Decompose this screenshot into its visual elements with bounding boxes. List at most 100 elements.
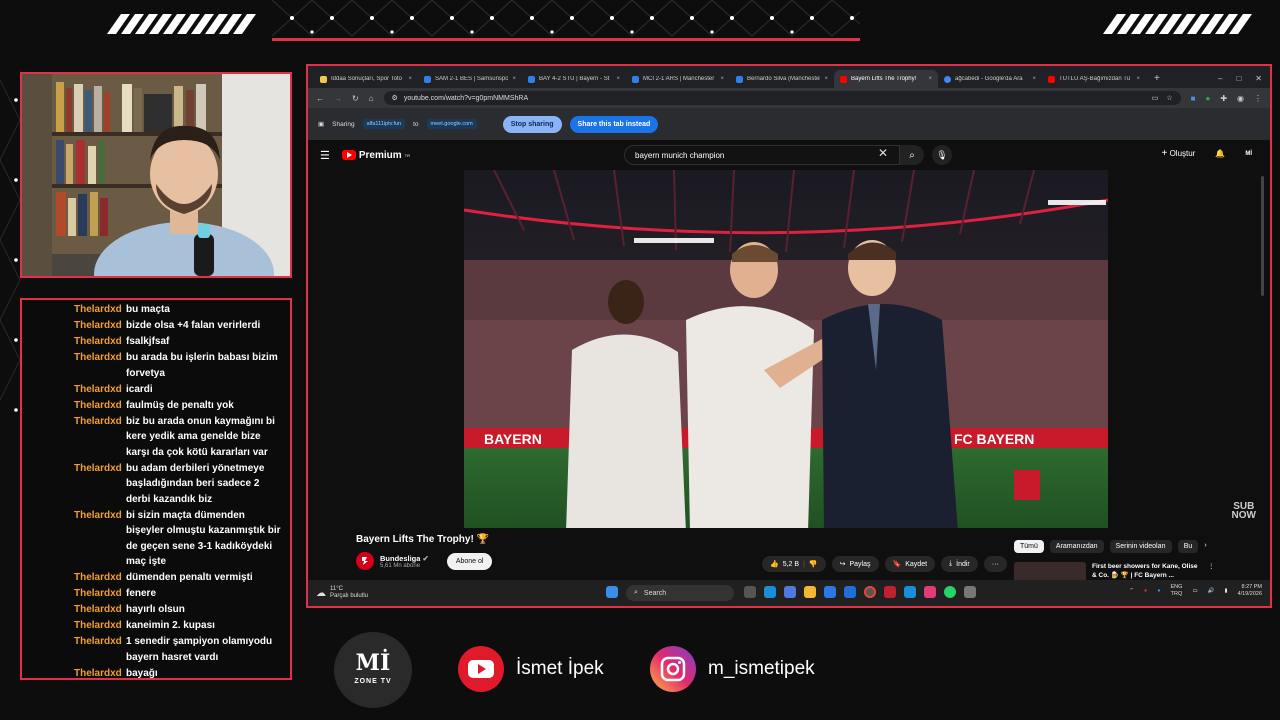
profile-icon[interactable]: ◉ (1237, 94, 1244, 103)
close-window-icon[interactable]: ✕ (1255, 74, 1262, 83)
reload-icon[interactable]: ↻ (352, 94, 359, 103)
more-actions-button[interactable]: ··· (983, 556, 1007, 572)
create-button[interactable]: + Oluştur (1161, 148, 1195, 159)
edge-icon[interactable] (764, 586, 776, 598)
chip-series[interactable]: Serinin videoları (1109, 540, 1172, 553)
whatsapp-icon[interactable] (944, 586, 956, 598)
chevron-up-icon[interactable]: ⌃ (1129, 588, 1134, 595)
task-view-icon[interactable] (744, 586, 756, 598)
page-scrollbar[interactable] (1261, 176, 1264, 296)
app-icon[interactable] (904, 586, 916, 598)
close-tab-icon[interactable]: × (408, 76, 412, 82)
language-code[interactable]: ENG (1171, 584, 1183, 591)
chip-from-search[interactable]: Aramanızdan (1049, 540, 1104, 553)
browser-tab[interactable]: MCI 2-1 ARS | Manchester × (626, 70, 730, 88)
windows-start-icon[interactable] (606, 586, 618, 598)
close-tab-icon[interactable]: × (928, 76, 932, 82)
site-info-icon[interactable]: ⚙ (392, 94, 398, 102)
tray-app-icon[interactable]: ● (1144, 588, 1147, 595)
hamburger-menu-icon[interactable]: ☰ (320, 149, 330, 162)
maximize-icon[interactable]: □ (1236, 74, 1241, 83)
close-tab-icon[interactable]: × (720, 76, 724, 82)
save-button[interactable]: 🔖 Kaydet (884, 556, 936, 572)
new-tab-icon[interactable]: + (1146, 73, 1168, 88)
monitor-icon[interactable]: ▭ (1192, 588, 1197, 595)
bookmark-star-icon[interactable]: ☆ (1166, 94, 1172, 102)
subscribe-button[interactable]: Abone ol (446, 552, 493, 570)
favicon-icon (320, 75, 327, 83)
close-tab-icon[interactable]: × (1032, 76, 1036, 82)
cast-icon[interactable]: ▭ (1152, 94, 1159, 102)
more-options-icon[interactable]: ⋮ (1208, 562, 1215, 582)
keyboard-layout[interactable]: TRQ (1171, 591, 1183, 598)
weather-widget[interactable]: ☁ 11°C Parçalı bulutlu (316, 586, 368, 600)
youtube-search-input[interactable]: bayern munich champion (624, 145, 900, 165)
close-tab-icon[interactable]: × (1136, 76, 1140, 82)
chat-text: bu maçta (126, 304, 170, 315)
browser-tab[interactable]: BAY 4-2 STU | Bayern - St × (522, 70, 626, 88)
store-icon[interactable] (824, 586, 836, 598)
chat-message: Thelardxd biz bu arada onun kaymağını bi … (74, 414, 284, 461)
browser-tab[interactable]: İddaa Sonuçları, Spor Toto × (314, 70, 418, 88)
webcam-image (22, 74, 290, 276)
clear-search-icon[interactable]: ✕ (878, 146, 888, 160)
clock-date[interactable]: 4/19/2026 (1238, 591, 1262, 598)
video-player[interactable]: BAYERN FC BAYERN (464, 170, 1108, 532)
tab-title: MCI 2-1 ARS | Manchester (643, 76, 715, 82)
share-this-tab-button[interactable]: Share this tab instead (569, 115, 659, 133)
recommended-thumbnail[interactable] (1014, 562, 1086, 582)
extensions-puzzle-icon[interactable]: ✚ (1220, 94, 1227, 103)
url-text: youtube.com/watch?v=g0pmNMMShRA (403, 94, 529, 102)
recommended-title[interactable]: First beer showers for Kane, Olise & Co.… (1092, 562, 1202, 582)
share-button[interactable]: ↪ Paylaş (831, 556, 879, 572)
chat-username: Thelardxd (74, 588, 122, 599)
download-button[interactable]: ⤓ İndir (941, 556, 978, 572)
recommended-video[interactable]: First beer showers for Kane, Olise & Co.… (1014, 562, 1215, 582)
app-icon[interactable] (884, 586, 896, 598)
browser-tab-active[interactable]: Bayern Lifts The Trophy! × (834, 70, 938, 88)
channel-name[interactable]: Bundesliga (380, 554, 420, 563)
chrome-icon[interactable] (864, 586, 876, 598)
mail-icon[interactable] (844, 586, 856, 598)
tray-app-icon[interactable]: ● (1157, 588, 1160, 595)
close-tab-icon[interactable]: × (616, 76, 620, 82)
instagram-app-icon[interactable] (924, 586, 936, 598)
youtube-premium-logo[interactable]: Premium TR (341, 150, 410, 161)
browser-tab[interactable]: ağcabedi - Google'da Ara × (938, 70, 1042, 88)
notifications-bell-icon[interactable]: 🔔 (1215, 149, 1225, 158)
chip-this[interactable]: Bu (1177, 540, 1199, 553)
close-tab-icon[interactable]: × (824, 76, 828, 82)
channel-avatar[interactable] (356, 552, 374, 570)
microphone-icon[interactable]: 🎙 (932, 145, 952, 165)
file-explorer-icon[interactable] (804, 586, 816, 598)
taskbar-search[interactable]: ⌕ Search (626, 585, 734, 601)
back-icon[interactable]: ← (316, 94, 324, 103)
forward-icon[interactable]: → (334, 94, 342, 103)
chat-username: Thelardxd (74, 304, 122, 315)
settings-gear-icon[interactable] (964, 586, 976, 598)
account-avatar[interactable]: Mİ (1245, 151, 1252, 157)
volume-icon[interactable]: 🔊 (1208, 588, 1215, 595)
browser-tab[interactable]: SAM 2-1 BES | Samsunspor × (418, 70, 522, 88)
home-icon[interactable]: ⌂ (369, 94, 374, 103)
extension-icon[interactable]: ■ (1191, 94, 1196, 103)
chat-text: faulmüş de penaltı yok (126, 399, 234, 411)
clock-time[interactable]: 8:27 PM (1238, 584, 1262, 591)
thumbs-down-icon[interactable]: 👎 (809, 560, 818, 568)
browser-tab[interactable]: Bernardo Silva (Manchester × (730, 70, 834, 88)
like-count: 5,2 B (782, 560, 800, 568)
chevron-right-icon[interactable]: › (1204, 540, 1206, 553)
minimize-icon[interactable]: – (1218, 74, 1222, 83)
url-field[interactable]: ⚙ youtube.com/watch?v=g0pmNMMShRA ▭ ☆ (383, 91, 1181, 105)
chip-all[interactable]: Tümü (1014, 540, 1044, 553)
copilot-icon[interactable] (784, 586, 796, 598)
stop-sharing-button[interactable]: Stop sharing (502, 115, 562, 133)
battery-icon[interactable]: ▮ (1225, 588, 1228, 595)
extension-icon[interactable]: ● (1205, 94, 1210, 103)
browser-tab[interactable]: TUTLU AŞ-Bağımızdan Tü × (1042, 70, 1146, 88)
close-tab-icon[interactable]: × (512, 76, 516, 82)
like-button[interactable]: 👍 5,2 B | 👎 (762, 556, 826, 572)
menu-dots-icon[interactable]: ⋮ (1254, 94, 1262, 103)
bundesliga-logo-icon (362, 557, 368, 565)
search-icon[interactable]: ⌕ (900, 145, 924, 165)
